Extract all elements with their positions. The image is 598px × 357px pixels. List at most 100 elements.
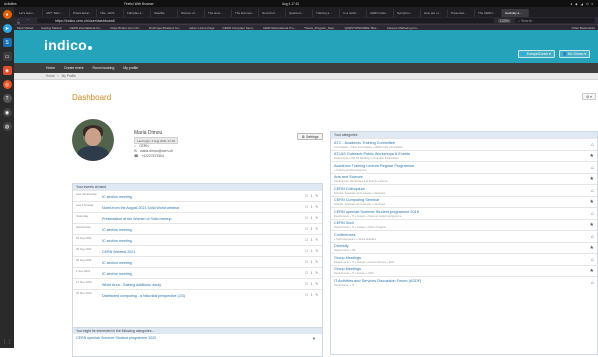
browser-tab[interactable]: Training a...: [313, 9, 340, 17]
browser-tab[interactable]: The How ...: [205, 9, 232, 17]
calendar-icon[interactable]: ⌂: [591, 234, 594, 240]
event-actions-icons[interactable]: ☐ ⇩ ✎: [305, 216, 319, 220]
event-actions-icons[interactable]: ☐ ⇩ ✎: [305, 238, 319, 242]
other-bookmarks[interactable]: Other Bookmarks: [572, 26, 595, 30]
activities-button[interactable]: Activities: [4, 2, 124, 6]
active-app-name[interactable]: Firefox Web Browser: [124, 2, 154, 6]
browser-tab[interactable]: ANT: Talk i...: [43, 9, 70, 17]
calendar-icon[interactable]: ⌂: [591, 257, 594, 263]
event-title-link[interactable]: IC section meeting: [102, 272, 132, 276]
nav-item[interactable]: Room booking: [92, 66, 114, 70]
calendar-icon[interactable]: ⌂: [591, 280, 594, 286]
browser-tab[interactable]: How are m...: [421, 9, 448, 17]
event-title-link[interactable]: IC section meeting: [102, 261, 132, 265]
bookmark-item[interactable]: Thesis_Program_Nam...: [304, 26, 337, 30]
event-actions-icons[interactable]: ☐ ⇩ ✎: [305, 293, 319, 297]
event-title-link[interactable]: IC section meeting: [102, 195, 132, 199]
category-link[interactable]: CERN Computing Seminar: [334, 198, 379, 202]
help-icon[interactable]: ?: [2, 94, 12, 103]
browser-tab[interactable]: Hackday a...: [502, 9, 529, 17]
bookmark-item[interactable]: indico: Home Page: [189, 26, 214, 30]
star-icon[interactable]: ★: [590, 176, 594, 182]
search-input[interactable]: ⌕ Search: [515, 18, 595, 23]
calendar-icon[interactable]: ⌂: [591, 188, 594, 194]
browser-tab[interactable]: Praxis Educ...: [70, 9, 97, 17]
event-title-link[interactable]: IC section meeting: [102, 239, 132, 243]
back-forward-reload-icons[interactable]: ← → ↻: [17, 17, 37, 25]
category-link[interactable]: ATLAS Outreach Public Workshops & Events: [334, 152, 410, 156]
user-menu[interactable]: 👤 Mr. Dimou ▾: [558, 50, 590, 58]
expand-icon[interactable]: ▼: [312, 336, 316, 341]
category-link[interactable]: CERN openlab Summer Student programme 20…: [334, 210, 419, 214]
clock[interactable]: Aug 4 17:10: [282, 2, 299, 6]
event-title-link[interactable]: White Area - Gaining Additions' study: [102, 283, 161, 287]
firefox-icon[interactable]: ●: [2, 10, 12, 19]
browser-tab[interactable]: Symphon...: [394, 9, 421, 17]
star-icon[interactable]: ★: [590, 245, 594, 251]
category-link[interactable]: Group Meetings: [334, 267, 361, 271]
nav-item[interactable]: My profile: [123, 66, 138, 70]
settings-app-icon[interactable]: ◉: [2, 108, 12, 117]
event-title-link[interactable]: CERN Webfest 2021: [102, 250, 135, 254]
bookmark-item[interactable]: CERN Educational Pro...: [263, 26, 296, 30]
nav-item[interactable]: Home: [46, 66, 55, 70]
nav-item[interactable]: Create event: [64, 66, 83, 70]
event-title-link[interactable]: IC section meeting: [102, 228, 132, 232]
event-actions-icons[interactable]: ☐ ⇩ ✎: [305, 249, 319, 253]
event-actions-icons[interactable]: ☐ ⇩ ✎: [305, 205, 319, 209]
event-actions-icons[interactable]: ☐ ⇩ ✎: [305, 271, 319, 275]
bookmark-item[interactable]: Draft specifications for...: [149, 26, 181, 30]
bookmark-item[interactable]: CERN Computer Secu...: [222, 26, 255, 30]
star-icon[interactable]: ★: [590, 153, 594, 159]
category-link[interactable]: CERN Colloquium: [334, 187, 365, 191]
category-link[interactable]: Conferences: [334, 233, 356, 237]
event-actions-icons[interactable]: ☐ ⇩ ✎: [305, 227, 319, 231]
event-title-link[interactable]: Notes from the August 2021 Solid World w…: [102, 206, 179, 210]
bookmark-item[interactable]: https://hafen.cern.ch/...: [111, 26, 142, 30]
indico-logo[interactable]: indico: [44, 37, 93, 53]
timezone-selector[interactable]: 🌐 Europe/Zurich ▾: [517, 50, 555, 58]
star-icon[interactable]: ★: [590, 199, 594, 205]
event-actions-icons[interactable]: ☐ ⇩ ✎: [305, 260, 319, 264]
browser-tab[interactable]: Women of ...: [178, 9, 205, 17]
skype-icon[interactable]: S: [2, 38, 12, 47]
browser-tab[interactable]: In a nutsh...: [340, 9, 367, 17]
settings-button[interactable]: ⚙ Settings: [297, 133, 323, 140]
suggested-item[interactable]: CERN openlab Summer Student programme 20…: [73, 334, 322, 342]
calendar-icon[interactable]: ⌂: [591, 165, 594, 171]
page-options-button[interactable]: ⚙ ▾: [582, 93, 596, 100]
category-link[interactable]: CERN Sdot: [334, 221, 354, 225]
bookmark-item[interactable]: Most Visited: [17, 26, 33, 30]
browser-tab[interactable]: Quantum ...: [286, 9, 313, 17]
browser-tab[interactable]: The Ecumen...: [232, 9, 259, 17]
breadcrumb-item[interactable]: Home: [46, 74, 55, 78]
browser-tab[interactable]: CERN indic...: [367, 9, 394, 17]
software-icon[interactable]: ◈: [2, 66, 12, 75]
event-title-link[interactable]: Distributed computing - a historical per…: [102, 294, 185, 298]
ubuntu-icon[interactable]: ◎: [2, 80, 12, 89]
category-link[interactable]: Diversity: [334, 244, 349, 248]
bookmark-item[interactable]: Careers Marketing fun...: [387, 26, 419, 30]
category-link[interactable]: IT Activities and Services Discussion Fo…: [334, 279, 421, 283]
browser-tab[interactable]: Nora Kurl...: [259, 9, 286, 17]
system-tray-icons[interactable]: ● ◆ ◢ ⏻ ▾: [571, 2, 595, 6]
category-link[interactable]: Group Meetings: [334, 256, 361, 260]
event-title-link[interactable]: Presentation at the Women of Solid meetu…: [102, 217, 171, 221]
event-actions-icons[interactable]: ☐ ⇩ ✎: [305, 282, 319, 286]
calendar-icon[interactable]: ⌂: [591, 142, 594, 148]
telegram-icon[interactable]: ➤: [2, 24, 12, 33]
category-link[interactable]: ATC - Academic Training Committee: [334, 141, 395, 145]
star-icon[interactable]: ★: [590, 222, 594, 228]
bookmark-item[interactable]: Getting Started: [41, 26, 61, 30]
zoom-indicator[interactable]: 133%: [497, 18, 511, 23]
browser-tab[interactable]: Fahrplan a...: [124, 9, 151, 17]
show-applications-icon[interactable]: ⋮⋮: [0, 336, 14, 348]
breadcrumb-item[interactable]: My Profile: [62, 74, 76, 78]
category-link[interactable]: Academic Training Lecture Regular Progra…: [334, 164, 414, 168]
url-bar[interactable]: https://indico.cern.ch/user/dashboard/: [37, 18, 494, 23]
browser-tab[interactable]: Title - ECS: [97, 9, 124, 17]
browser-tab[interactable]: The CERN...: [475, 9, 502, 17]
browser-tab[interactable]: Presentat...: [448, 9, 475, 17]
files-icon[interactable]: ▭: [2, 52, 12, 61]
category-link[interactable]: Arts and Science: [334, 175, 363, 179]
